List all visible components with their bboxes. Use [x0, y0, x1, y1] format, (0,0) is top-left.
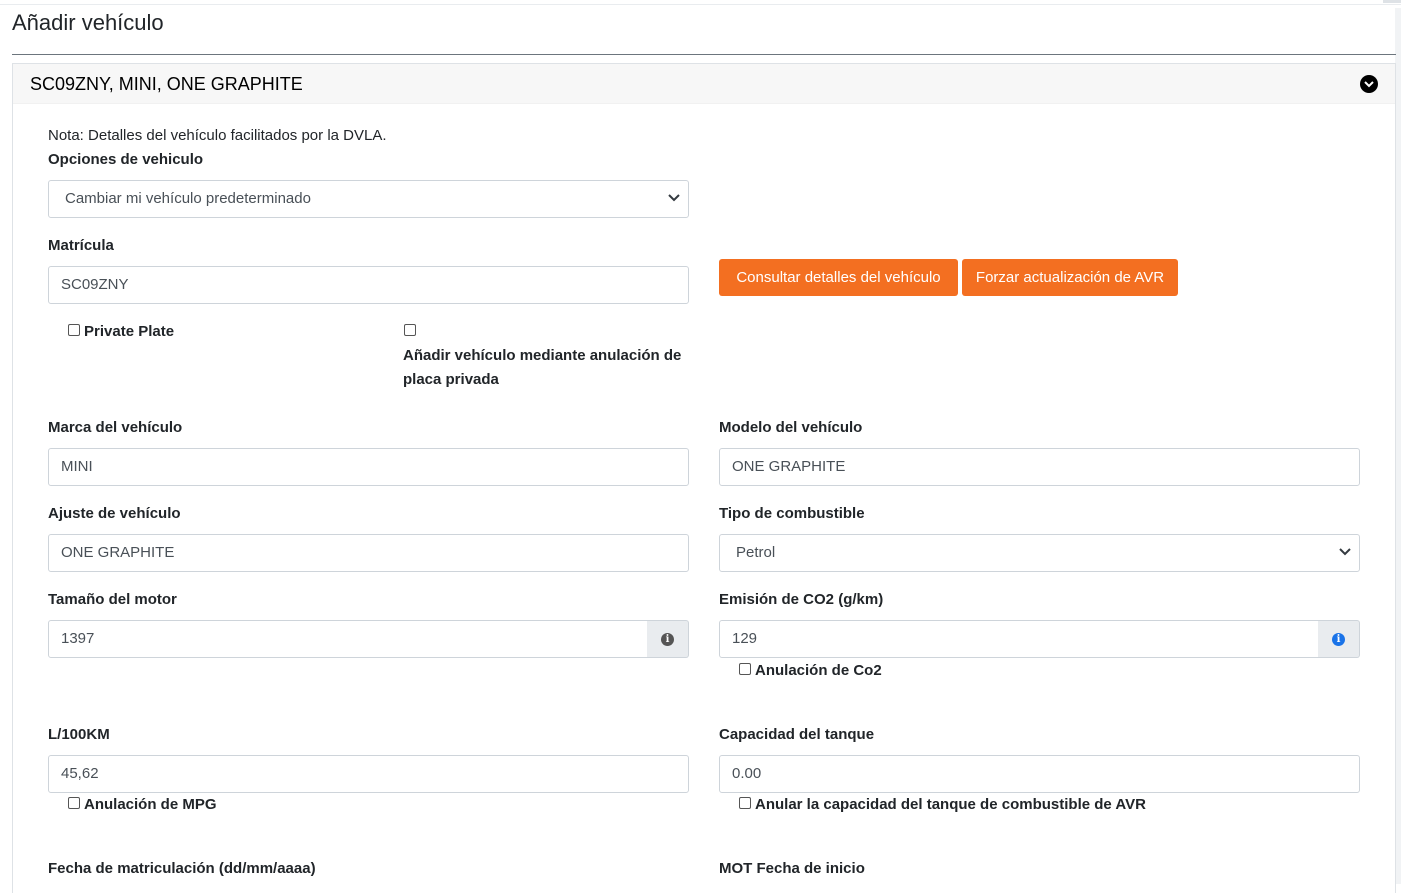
co2-input[interactable]: 129 [719, 620, 1319, 658]
fuel-type-label: Tipo de combustible [719, 505, 865, 522]
top-right-mark [1383, 0, 1401, 3]
co2-info-addon[interactable]: i [1318, 620, 1360, 658]
co2-override-checkbox[interactable] [739, 663, 751, 675]
engine-size-info-addon[interactable]: i [647, 620, 689, 658]
model-input[interactable]: ONE GRAPHITE [719, 448, 1360, 486]
mpg-override-checkbox[interactable] [68, 797, 80, 809]
private-plate-override-checkbox[interactable] [404, 324, 416, 336]
dvla-note: Nota: Detalles del vehículo facilitados … [48, 127, 387, 144]
tank-override-checkbox[interactable] [739, 797, 751, 809]
private-plate-checkbox[interactable] [68, 324, 80, 336]
trim-input[interactable]: ONE GRAPHITE [48, 534, 689, 572]
chevron-down-icon [668, 194, 680, 202]
engine-size-label: Tamaño del motor [48, 591, 177, 608]
private-plate-override-label-line1: Añadir vehículo mediante anulación de [403, 347, 682, 364]
vehicle-options-select[interactable]: Cambiar mi vehículo predeterminado [48, 180, 689, 218]
co2-override-label: Anulación de Co2 [755, 662, 882, 679]
registration-date-label: Fecha de matriculación (dd/mm/aaaa) [48, 860, 316, 877]
page-title: Añadir vehículo [12, 10, 164, 35]
chevron-down-circle-icon[interactable] [1360, 75, 1378, 93]
force-avr-update-button[interactable]: Forzar actualización de AVR [962, 259, 1178, 296]
card-header[interactable]: SC09ZNY, MINI, ONE GRAPHITE [13, 64, 1395, 104]
tank-capacity-input[interactable]: 0.00 [719, 755, 1360, 793]
info-circle-icon: i [661, 633, 674, 646]
chevron-down-icon [1339, 548, 1351, 556]
consumption-label: L/100KM [48, 726, 110, 743]
card-title: SC09ZNY, MINI, ONE GRAPHITE [30, 74, 303, 94]
private-plate-override-label-line2: placa privada [403, 371, 499, 388]
registration-label: Matrícula [48, 237, 114, 254]
make-input[interactable]: MINI [48, 448, 689, 486]
fuel-type-value: Petrol [736, 544, 776, 561]
tank-override-label: Anular la capacidad del tanque de combus… [755, 796, 1146, 813]
mpg-override-label: Anulación de MPG [84, 796, 217, 813]
top-border [0, 4, 1401, 5]
vehicle-options-label: Opciones de vehiculo [48, 151, 204, 168]
fuel-type-select[interactable]: Petrol [719, 534, 1360, 572]
title-divider [12, 54, 1396, 55]
private-plate-label: Private Plate [84, 323, 175, 340]
model-label: Modelo del vehículo [719, 419, 863, 436]
co2-label: Emisión de CO2 (g/km) [719, 591, 884, 608]
info-circle-icon: i [1332, 633, 1345, 646]
registration-input[interactable]: SC09ZNY [48, 266, 689, 304]
make-label: Marca del vehículo [48, 419, 183, 436]
engine-size-input[interactable]: 1397 [48, 620, 648, 658]
lookup-vehicle-button[interactable]: Consultar detalles del vehículo [719, 259, 958, 296]
tank-capacity-label: Capacidad del tanque [719, 726, 875, 743]
vehicle-options-value: Cambiar mi vehículo predeterminado [65, 190, 311, 207]
consumption-input[interactable]: 45,62 [48, 755, 689, 793]
mot-start-label: MOT Fecha de inicio [719, 860, 865, 877]
trim-label: Ajuste de vehículo [48, 505, 181, 522]
